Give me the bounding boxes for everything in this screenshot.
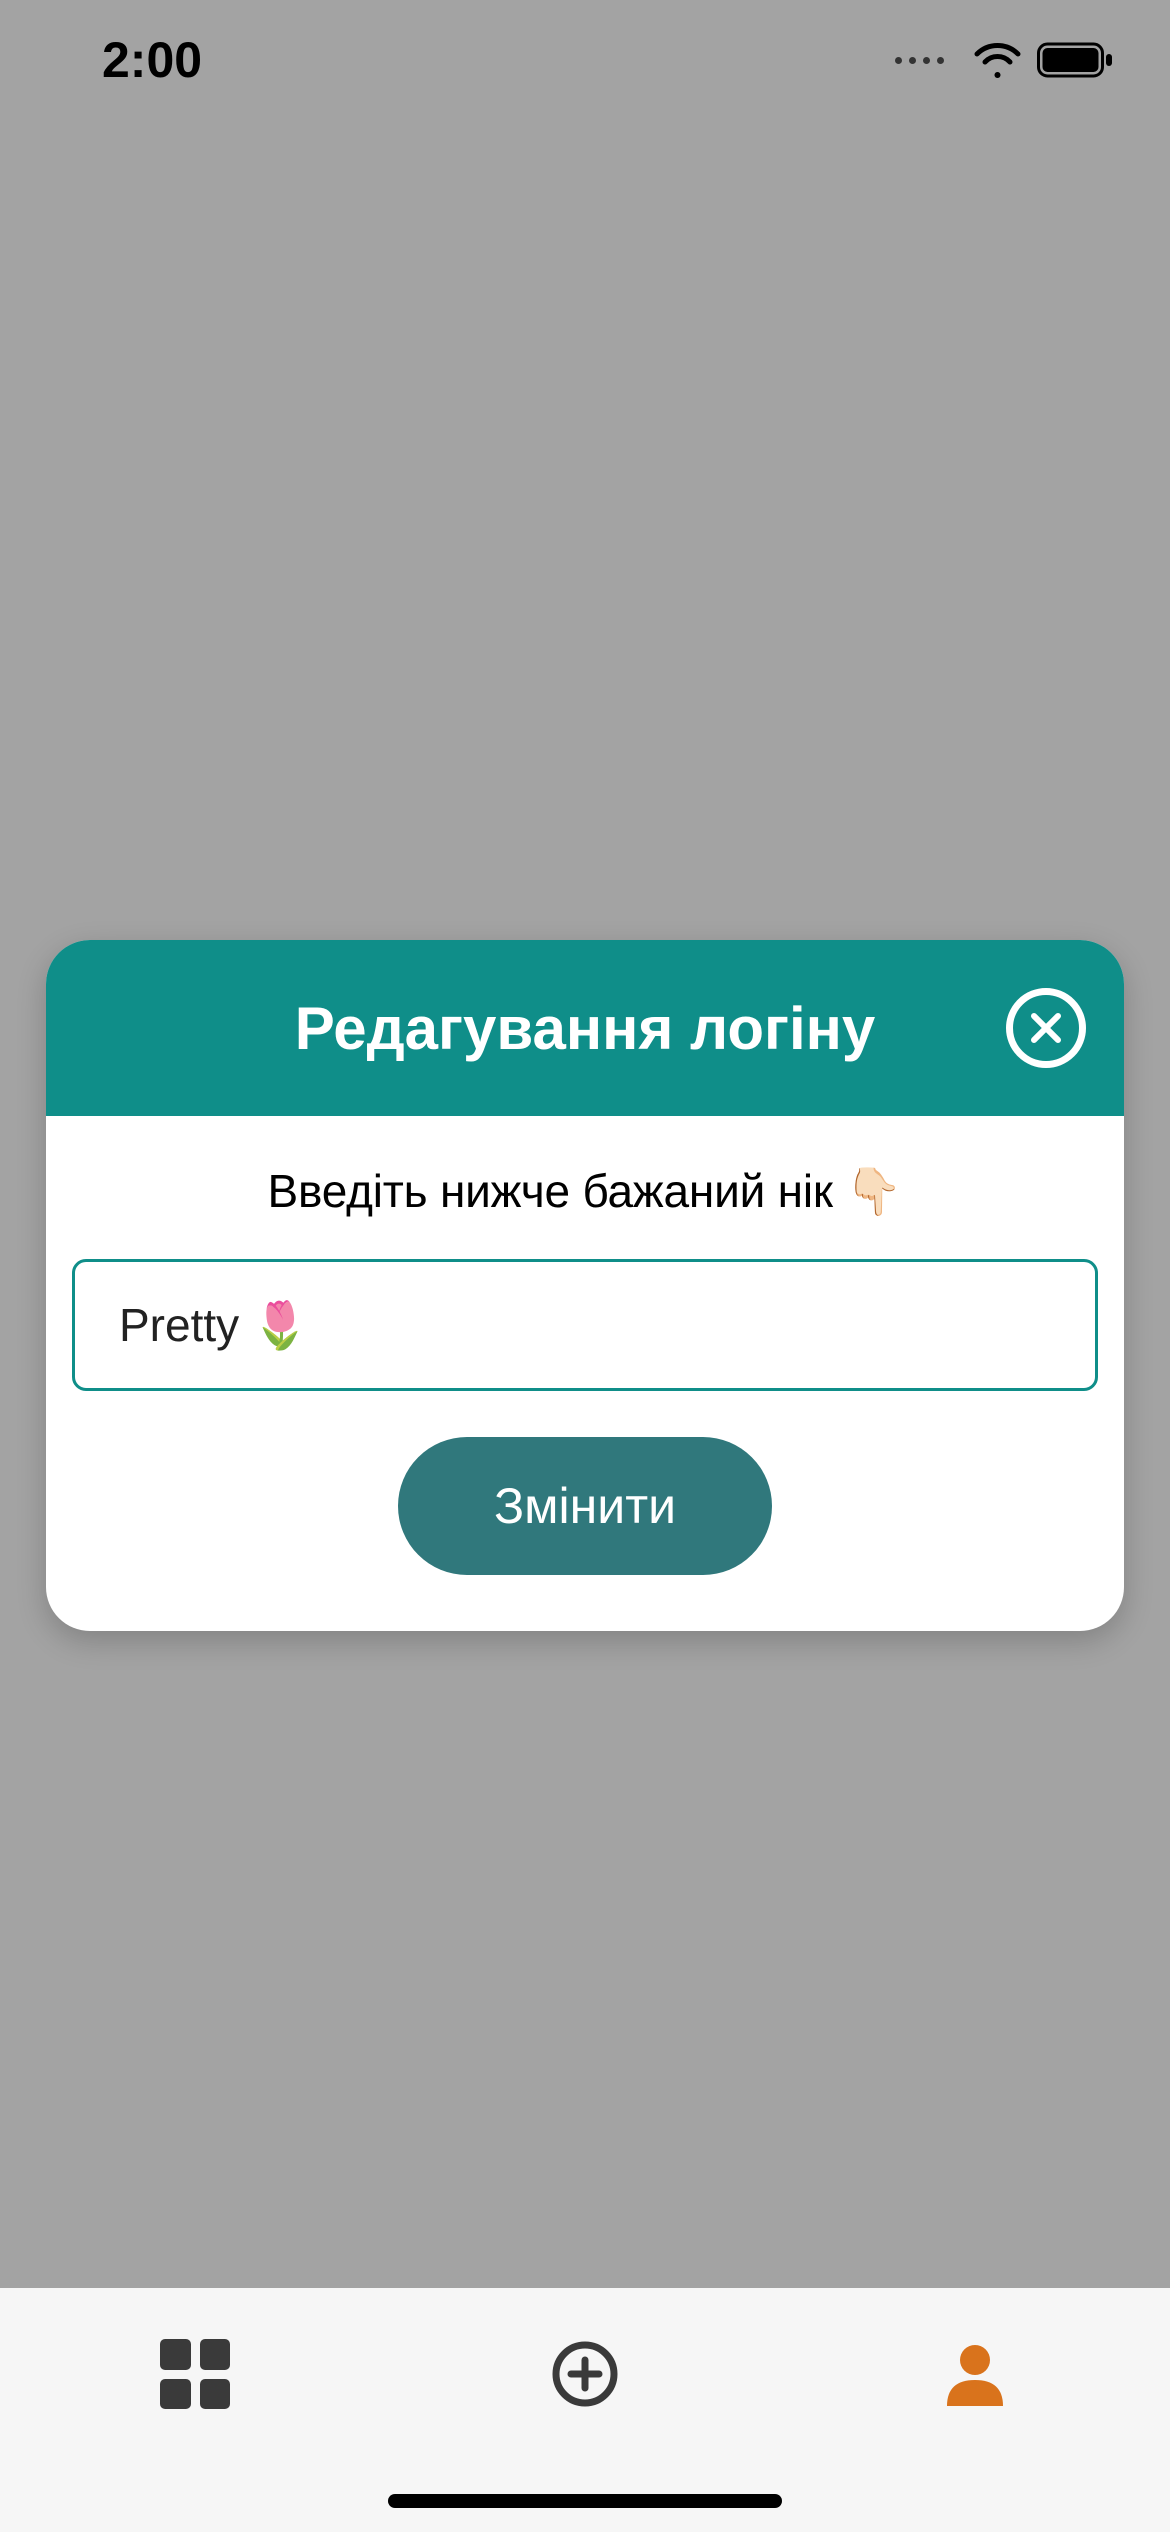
modal-header: Редагування логіну [46,940,1124,1116]
close-icon [1028,1010,1064,1046]
status-indicators [895,41,1114,79]
tab-add[interactable] [475,2334,695,2414]
modal-title: Редагування логіну [295,994,876,1063]
tab-bar [0,2288,1170,2532]
tab-profile[interactable] [865,2334,1085,2414]
battery-icon [1037,41,1114,79]
cell-signal-icon [895,57,944,64]
grid-icon [160,2339,230,2409]
tab-grid[interactable] [85,2334,305,2414]
status-bar: 2:00 [0,0,1170,120]
nickname-input[interactable] [72,1259,1098,1391]
close-button[interactable] [1006,988,1086,1068]
wifi-icon [974,42,1021,78]
modal-body: Введіть нижче бажаний нік 👇🏻 Змінити [46,1116,1124,1631]
status-time: 2:00 [102,31,202,89]
person-icon [939,2338,1011,2410]
submit-button[interactable]: Змінити [398,1437,772,1575]
plus-circle-icon [551,2340,619,2408]
nickname-input-wrap [72,1259,1098,1391]
modal-subtitle: Введіть нижче бажаний нік 👇🏻 [72,1164,1098,1219]
home-indicator [388,2494,782,2508]
edit-login-modal: Редагування логіну Введіть нижче бажаний… [46,940,1124,1631]
